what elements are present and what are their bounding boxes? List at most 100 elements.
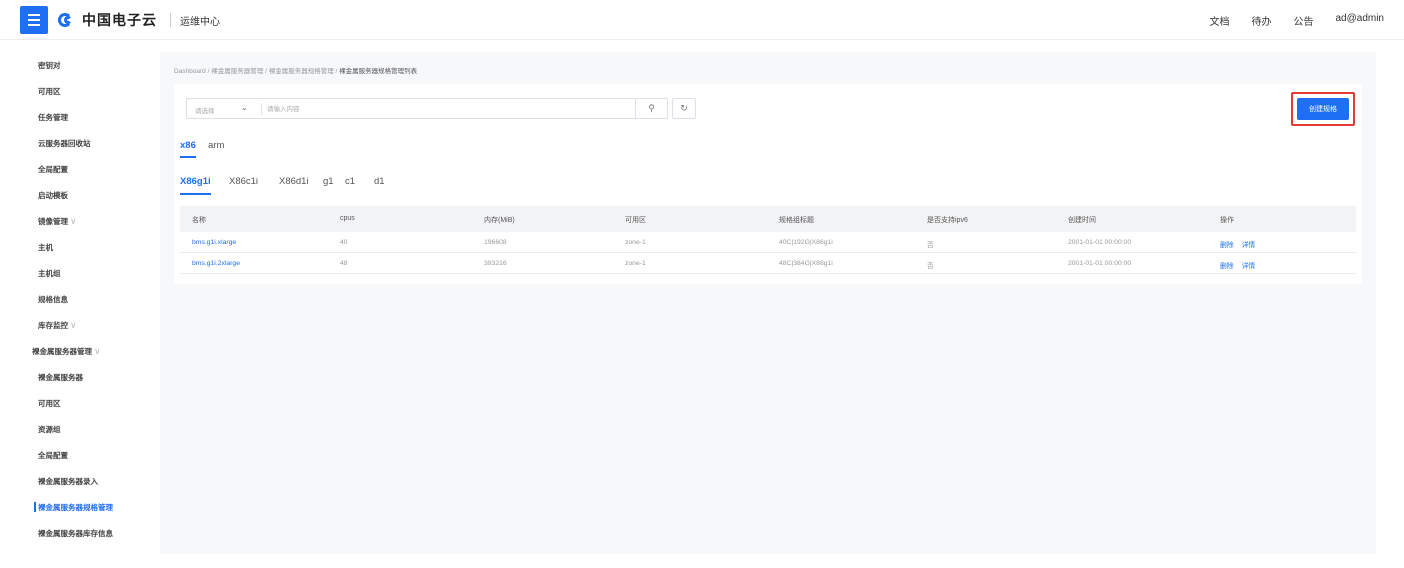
column-header: 规格组标题	[779, 217, 814, 224]
column-header: 可用区	[625, 217, 646, 224]
active-indicator	[34, 502, 36, 512]
spec-name-link[interactable]: bms.g1i.xlarge	[192, 239, 236, 246]
brand-logo-icon	[58, 12, 78, 28]
detail-link[interactable]: 详情	[1242, 239, 1256, 249]
sidebar-item[interactable]: 裸金属服务器规格管理	[20, 494, 160, 520]
sidebar-item[interactable]: 主机	[20, 234, 160, 260]
delete-link[interactable]: 删除	[1220, 239, 1234, 249]
cell-memory: 393216	[484, 260, 507, 267]
search-field-select[interactable]: 请选择	[195, 105, 215, 115]
cell-title: 40C|192G|X86g1i	[779, 239, 833, 246]
sidebar-item[interactable]: 裸金属服务器	[20, 364, 160, 390]
row-actions: 删除 详情	[1220, 239, 1255, 249]
sidebar-item-label: 库存监控	[38, 320, 68, 330]
cell-cpus: 48	[340, 260, 348, 267]
top-bar: 中国电子云 运维中心 文档 待办 公告 ad@admin	[0, 0, 1404, 40]
table-header: 名称 cpus 内存(MiB) 可用区 规格组标题 是否支持ipv6 创建时间 …	[180, 206, 1356, 232]
sidebar-item[interactable]: 主机组	[20, 260, 160, 286]
cell-title: 48C|384G|X86g1i	[779, 260, 833, 267]
table-row: bms.g1i.xlarge 40 196608 zone-1 40C|192G…	[180, 232, 1356, 253]
sidebar-item[interactable]: 规格信息	[20, 286, 160, 312]
docs-link[interactable]: 文档	[1209, 13, 1229, 28]
breadcrumb: Dashboard / 裸金属服务器管理 / 裸金属服务器规格管理 / 裸金属服…	[174, 68, 418, 75]
tab-x86c1i[interactable]: X86c1i	[229, 176, 258, 187]
brand-name: 中国电子云	[82, 12, 157, 28]
tab-g1[interactable]: g1	[323, 176, 334, 187]
breadcrumb-item[interactable]: 裸金属服务器规格管理	[269, 68, 334, 75]
sidebar-item-label: 密钥对	[38, 60, 61, 70]
sidebar-item[interactable]: 密钥对	[20, 52, 160, 78]
todo-link[interactable]: 待办	[1251, 13, 1271, 28]
delete-link[interactable]: 删除	[1220, 260, 1234, 270]
cell-ipv6: 否	[927, 242, 934, 249]
sidebar-item-label: 任务管理	[38, 112, 68, 122]
main-content: Dashboard / 裸金属服务器管理 / 裸金属服务器规格管理 / 裸金属服…	[160, 52, 1376, 554]
sidebar-item[interactable]: 任务管理	[20, 104, 160, 130]
tab-arm[interactable]: arm	[208, 140, 224, 151]
search-icon[interactable]: ⚲	[635, 99, 667, 118]
sidebar-item-label: 裸金属服务器规格管理	[38, 502, 113, 512]
sidebar-item[interactable]: 裸金属服务器管理 ∨	[20, 338, 160, 364]
sidebar-item[interactable]: 资源组	[20, 416, 160, 442]
breadcrumb-item[interactable]: 裸金属服务器管理	[211, 68, 263, 75]
header-links: 文档 待办 公告 ad@admin	[1209, 13, 1384, 28]
user-menu[interactable]: ad@admin	[1335, 13, 1384, 28]
spec-table: 名称 cpus 内存(MiB) 可用区 规格组标题 是否支持ipv6 创建时间 …	[180, 206, 1356, 274]
sidebar-item[interactable]: 可用区	[20, 78, 160, 104]
cell-ipv6: 否	[927, 263, 934, 270]
app-name: 运维中心	[180, 17, 220, 28]
sidebar-item[interactable]: 库存监控 ∨	[20, 312, 160, 338]
tab-x86d1i[interactable]: X86d1i	[279, 176, 309, 187]
cell-zone: zone-1	[625, 260, 646, 267]
sidebar: 密钥对 可用区 任务管理 云服务器回收站 全局配置 启动模板 镜像管理 ∨ 主机 主机组 规格信息库…	[20, 52, 160, 554]
breadcrumb-item[interactable]: Dashboard	[174, 68, 206, 75]
sidebar-item-label: 裸金属服务器库存信息	[38, 528, 113, 538]
sidebar-item-label: 裸金属服务器	[38, 372, 83, 382]
column-header: 内存(MiB)	[484, 217, 515, 224]
chevron-down-icon: ∨	[70, 215, 77, 226]
sidebar-item[interactable]: 裸金属服务器库存信息	[20, 520, 160, 546]
sidebar-item-label: 主机	[38, 242, 53, 252]
chevron-down-icon[interactable]: ⌄	[241, 103, 248, 112]
detail-link[interactable]: 详情	[1242, 260, 1256, 270]
spec-name-link[interactable]: bms.g1i.2xlarge	[192, 260, 240, 267]
chevron-down-icon: ∨	[94, 345, 101, 356]
brand-logo[interactable]: 中国电子云	[58, 8, 157, 32]
sidebar-item[interactable]: 全局配置	[20, 156, 160, 182]
chevron-down-icon: ∨	[70, 319, 77, 330]
sidebar-item-label: 全局配置	[38, 450, 68, 460]
column-header: cpus	[340, 215, 355, 222]
tab-x86[interactable]: x86	[180, 140, 196, 158]
sidebar-item-label: 镜像管理	[38, 216, 68, 226]
column-header: 是否支持ipv6	[927, 217, 968, 224]
tab-d1[interactable]: d1	[374, 176, 385, 187]
sidebar-item[interactable]: 裸金属服务器录入	[20, 468, 160, 494]
announcement-link[interactable]: 公告	[1293, 13, 1313, 28]
sidebar-item[interactable]: 云服务器回收站	[20, 130, 160, 156]
menu-toggle-button[interactable]	[20, 6, 48, 34]
sidebar-item[interactable]: 全局配置	[20, 442, 160, 468]
column-header: 操作	[1220, 217, 1234, 224]
search-input[interactable]	[267, 103, 627, 115]
sidebar-item[interactable]: 镜像管理 ∨	[20, 208, 160, 234]
cell-created: 2001-01-01 00:00:00	[1068, 239, 1132, 246]
sidebar-item-label: 资源组	[38, 424, 61, 434]
cell-cpus: 40	[340, 239, 348, 246]
create-spec-button[interactable]: 创建规格	[1297, 98, 1349, 120]
sidebar-item[interactable]: 启动模板	[20, 182, 160, 208]
cell-zone: zone-1	[625, 239, 646, 246]
tab-c1[interactable]: c1	[345, 176, 355, 187]
search-bar: 请选择 ⌄ ⚲	[186, 98, 668, 119]
cell-memory: 196608	[484, 239, 507, 246]
header-divider	[170, 13, 171, 27]
create-button-highlight: 创建规格	[1291, 92, 1355, 126]
refresh-icon[interactable]: ↻	[672, 98, 696, 119]
sidebar-item-label: 规格信息	[38, 294, 68, 304]
row-actions: 删除 详情	[1220, 260, 1255, 270]
sidebar-item-label: 裸金属服务器录入	[38, 476, 98, 486]
sidebar-item[interactable]: 可用区	[20, 390, 160, 416]
tab-x86g1i[interactable]: X86g1i	[180, 176, 211, 195]
table-row: bms.g1i.2xlarge 48 393216 zone-1 48C|384…	[180, 253, 1356, 274]
sidebar-item-label: 云服务器回收站	[38, 138, 91, 148]
breadcrumb-current: 裸金属服务器规格管理列表	[339, 68, 418, 75]
